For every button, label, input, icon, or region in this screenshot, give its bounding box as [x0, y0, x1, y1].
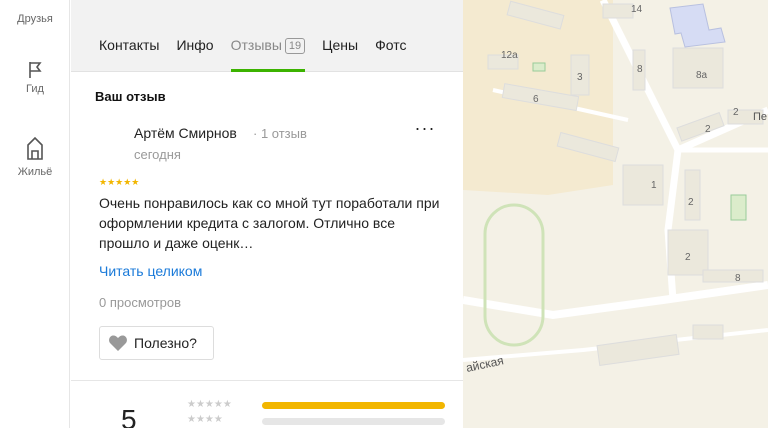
map-building [702, 269, 764, 283]
rail-item-guide[interactable]: Гид [0, 60, 70, 95]
map-label-house-2a: 2 [705, 124, 711, 135]
tab-contacts[interactable]: Контакты [99, 37, 159, 53]
map-green-area [730, 194, 747, 221]
review-author-meta: · 1 отзыв [253, 126, 307, 141]
rail-item-friends-label: Друзья [17, 13, 53, 25]
tab-reviews[interactable]: Отзывы 19 [230, 37, 306, 72]
flag-icon [0, 60, 70, 80]
review-author[interactable]: Артём Смирнов [134, 125, 237, 141]
rail-item-friends[interactable]: Друзья [0, 10, 70, 25]
rating-bar-5-fill [262, 402, 445, 409]
map-green-area [532, 62, 546, 72]
tab-reviews-label: Отзывы [230, 37, 282, 53]
housing-icon [0, 133, 70, 163]
map-label-house-2b: 2 [733, 107, 739, 118]
rail-item-guide-label: Гид [26, 83, 44, 95]
rail-item-housing[interactable]: Жильё [0, 133, 70, 178]
map-building [684, 169, 701, 221]
map-label-house-6: 6 [533, 94, 539, 105]
useful-button[interactable]: Полезно? [99, 326, 214, 360]
your-review-heading: Ваш отзыв [95, 89, 166, 104]
map-label-house-2d: 2 [685, 252, 691, 263]
read-more-link[interactable]: Читать целиком [99, 263, 202, 279]
tab-reviews-count: 19 [284, 38, 306, 54]
map-building [692, 324, 724, 340]
divider [71, 380, 463, 381]
rating-summary-value: 5 [121, 404, 137, 428]
rating-bar-5 [262, 402, 445, 409]
tab-bar: Контакты Инфо Отзывы 19 Цены Фотс [99, 37, 423, 72]
map-label-house-8a: 8а [696, 70, 708, 81]
rating-row-5-stars: ★★★★★ [187, 399, 232, 410]
map-label-house-2c: 2 [688, 197, 694, 208]
review-stars: ★★★★★ [99, 177, 140, 187]
map-label-house-1: 1 [651, 180, 657, 191]
map-building [602, 3, 634, 19]
heart-icon [109, 335, 127, 351]
map-building [622, 164, 664, 206]
tab-prices[interactable]: Цены [322, 37, 358, 53]
rating-bar-4 [262, 418, 445, 425]
review-date: сегодня [134, 147, 181, 162]
map-label-house-14: 14 [631, 4, 643, 15]
map-label-house-8: 8 [637, 64, 643, 75]
map-label-house-8b: 8 [735, 273, 741, 284]
map-view[interactable]: 14 12а 6 3 8 8а 2 2 1 2 8 2 айская Пе [463, 0, 768, 428]
review-text: Очень понравилось как со мной тут порабо… [99, 195, 440, 251]
more-options-button[interactable]: ··· [413, 119, 437, 142]
tab-info[interactable]: Инфо [176, 37, 213, 53]
map-building [672, 47, 724, 89]
map-label-house-3: 3 [577, 72, 583, 83]
left-rail: Друзья Гид Жильё [0, 0, 70, 428]
rail-item-housing-label: Жильё [17, 166, 53, 178]
rating-row-4-stars: ★★★★ [187, 414, 223, 425]
useful-button-label: Полезно? [134, 335, 197, 351]
tabs-area: Контакты Инфо Отзывы 19 Цены Фотс [71, 0, 463, 72]
review-views: 0 просмотров [99, 295, 182, 310]
map-street-label-2: Пе [753, 111, 767, 123]
org-panel: Контакты Инфо Отзывы 19 Цены Фотс Ваш отзыв А… [71, 0, 463, 428]
tab-photos[interactable]: Фотс [375, 37, 406, 53]
map-label-house-12a: 12а [501, 50, 518, 61]
map-canvas[interactable]: 14 12а 6 3 8 8а 2 2 1 2 8 2 айская Пе [463, 0, 768, 428]
